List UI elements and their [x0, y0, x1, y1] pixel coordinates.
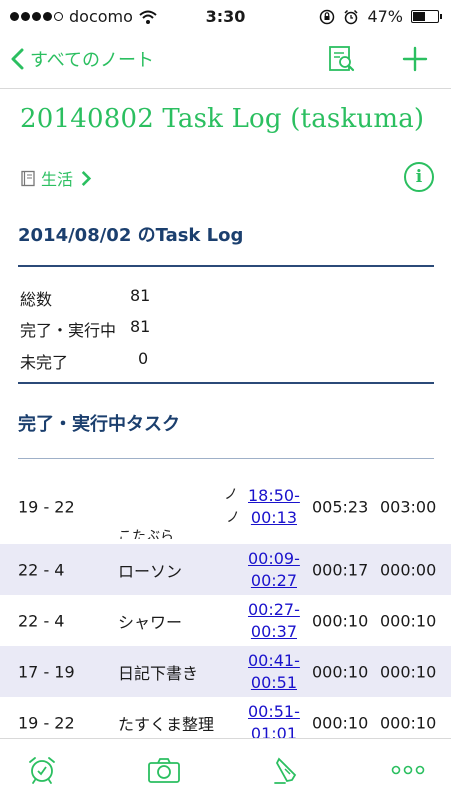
estimated-duration: 000:10	[380, 611, 437, 630]
overflow-text-fragment: こたぶら	[118, 529, 174, 539]
time-range: 17 - 19	[18, 662, 75, 681]
actual-duration: 000:10	[312, 611, 369, 630]
more-icon[interactable]	[388, 755, 428, 785]
alarm-status-icon	[344, 9, 358, 24]
nav-divider	[0, 88, 451, 89]
battery-percent: 47%	[367, 7, 403, 26]
chevron-left-icon	[11, 48, 24, 70]
pen-icon[interactable]	[271, 755, 303, 785]
notebook-link[interactable]: 生活	[20, 166, 94, 190]
back-button[interactable]: すべてのノート	[10, 46, 154, 72]
chevron-right-icon	[81, 170, 92, 186]
task-name: シャワー	[118, 612, 183, 632]
time-link[interactable]: 00:51- 01:01	[248, 701, 300, 739]
add-note-icon[interactable]	[400, 44, 430, 74]
note-title[interactable]: 20140802 Task Log (taskuma)	[20, 104, 424, 134]
log-heading: 2014/08/02 のTask Log	[18, 225, 244, 246]
stat-label-remaining: 未完了	[20, 353, 69, 372]
table-row[interactable]: 19 - 22 たすくま整理 00:51- 01:01 000:10 000:10	[0, 697, 451, 739]
note-search-icon[interactable]	[327, 44, 357, 74]
time-range: 19 - 22	[18, 497, 75, 516]
table-row[interactable]: 22 - 4 ローソン 00:09- 00:27 000:17 000:00	[0, 544, 451, 595]
estimated-duration: 000:10	[380, 662, 437, 681]
time-range: 22 - 4	[18, 560, 65, 579]
task-name: 日記下書き	[118, 663, 199, 683]
task-table[interactable]: 19 - 22 ノ ノ 18:50- 00:13 005:23 003:00 こた…	[0, 461, 451, 738]
estimated-duration: 000:00	[380, 560, 437, 579]
time-link[interactable]: 18:50- 00:13	[248, 485, 300, 529]
table-row[interactable]: 17 - 19 日記下書き 00:41- 00:51 000:10 000:10	[0, 646, 451, 697]
table-top-rule	[18, 458, 434, 459]
notebook-name: 生活	[41, 170, 74, 189]
stat-label-total: 総数	[20, 290, 53, 309]
time-range: 22 - 4	[18, 611, 65, 630]
rotation-lock-icon	[320, 9, 335, 24]
stat-value-total: 81	[130, 286, 151, 305]
notebook-icon	[21, 170, 35, 186]
actual-duration: 000:17	[312, 560, 369, 579]
task-name: ローソン	[118, 561, 183, 581]
camera-icon[interactable]	[147, 755, 181, 785]
info-button[interactable]: i	[404, 162, 434, 192]
time-link[interactable]: 00:41- 00:51	[248, 650, 300, 694]
navigation-bar: すべてのノート	[0, 34, 451, 88]
battery-icon	[411, 10, 442, 23]
status-right: 47%	[319, 7, 442, 26]
actual-duration: 000:10	[312, 713, 369, 732]
estimated-duration: 000:10	[380, 713, 437, 732]
estimated-duration: 003:00	[380, 497, 437, 516]
time-link[interactable]: 00:09- 00:27	[248, 548, 300, 592]
task-name: たすくま整理	[118, 714, 215, 734]
overflow-text-fragment: ノ	[226, 510, 240, 526]
overflow-text-fragment: ノ	[224, 487, 238, 503]
time-range: 19 - 22	[18, 713, 75, 732]
section-rule	[18, 382, 434, 384]
section-rule	[18, 265, 434, 267]
table-row[interactable]: 19 - 22 ノ ノ 18:50- 00:13 005:23 003:00	[0, 481, 451, 532]
actual-duration: 005:23	[312, 497, 369, 516]
time-link[interactable]: 00:27- 00:37	[248, 599, 300, 643]
actual-duration: 000:10	[312, 662, 369, 681]
stat-value-remaining: 0	[138, 349, 149, 368]
bottom-toolbar	[0, 738, 451, 800]
back-button-label: すべてのノート	[30, 50, 155, 71]
alarm-icon[interactable]	[26, 755, 58, 785]
tasks-heading: 完了・実行中タスク	[18, 414, 180, 435]
status-bar: docomo 3:30 47%	[0, 0, 451, 34]
table-row[interactable]: 22 - 4 シャワー 00:27- 00:37 000:10 000:10	[0, 595, 451, 646]
stat-value-done: 81	[130, 317, 151, 336]
stat-label-done: 完了・実行中	[20, 321, 117, 340]
